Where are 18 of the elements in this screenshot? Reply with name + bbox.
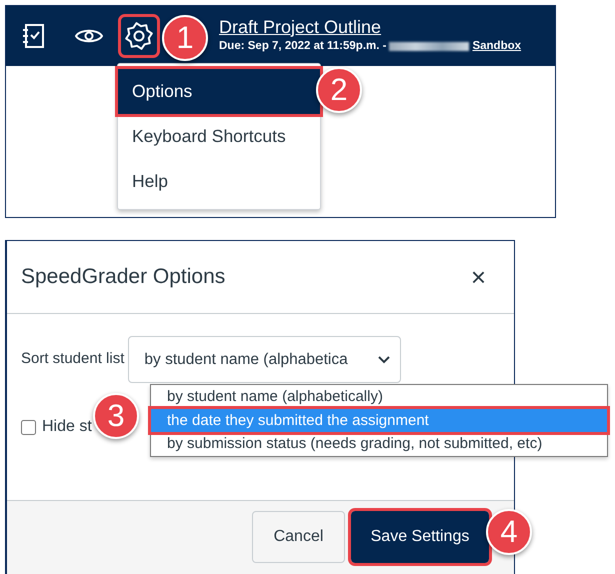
assignment-title-link[interactable]: Draft Project Outline — [219, 16, 522, 38]
menu-item[interactable]: Options — [118, 69, 320, 114]
settings-button[interactable] — [121, 17, 157, 55]
step-number-badge: 4 — [486, 509, 532, 555]
menu-item[interactable]: Help — [118, 159, 320, 204]
step-number-badge: 2 — [316, 67, 362, 113]
menu-item[interactable]: Keyboard Shortcuts — [118, 114, 320, 159]
cancel-button[interactable]: Cancel — [252, 511, 345, 563]
hide-checkbox[interactable] — [21, 420, 36, 434]
chevron-down-icon — [378, 356, 390, 364]
course-link[interactable]: Sandbox — [472, 38, 522, 56]
sort-label: Sort student list — [21, 349, 124, 370]
hide-label: Hide st — [42, 417, 92, 437]
sort-select[interactable]: by student name (alphabetica — [128, 336, 402, 383]
due-date-text: Due: Sep 7, 2022 at 11:59p.m. - — [219, 39, 386, 54]
close-button[interactable]: × — [470, 264, 486, 290]
dialog-title: SpeedGrader Options — [21, 264, 226, 290]
save-button[interactable]: Save Settings — [351, 511, 489, 563]
